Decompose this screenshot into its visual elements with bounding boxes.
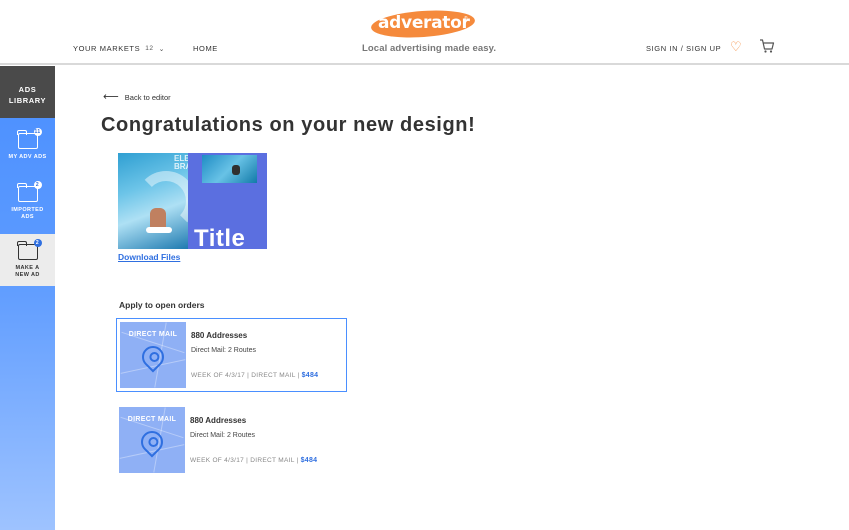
your-markets-menu[interactable]: YOUR MARKETS 12 ⌄ — [73, 44, 165, 53]
sign-in-link[interactable]: SIGN IN / SIGN UP — [646, 44, 721, 53]
surf-photo: ELE BRAD — [118, 153, 198, 249]
order-card[interactable]: DIRECT MAIL 880 Addresses Direct Mail: 2… — [116, 318, 347, 392]
surfer-graphic — [232, 165, 240, 175]
direct-mail-thumbnail: DIRECT MAIL — [119, 407, 185, 473]
sidebar-item-label: NEW AD — [15, 272, 40, 278]
your-markets-label: YOUR MARKETS — [73, 44, 141, 53]
tagline: Local advertising made easy. — [362, 43, 497, 54]
count-badge: 2 — [33, 181, 42, 189]
page-title: Congratulations on your new design! — [101, 114, 476, 136]
cart-icon[interactable] — [759, 38, 775, 54]
sidebar-item-label: MAKE A — [15, 265, 40, 271]
order-meta: WEEK OF 4/3/17 | DIRECT MAIL | $484 — [190, 457, 318, 464]
logo[interactable]: adverator — [378, 13, 470, 33]
order-subtitle: Direct Mail: 2 Routes — [190, 432, 255, 439]
home-link[interactable]: HOME — [193, 44, 218, 53]
chevron-down-icon: ⌄ — [158, 45, 166, 53]
surfboard-graphic — [146, 227, 172, 233]
top-header: YOUR MARKETS 12 ⌄ HOME adverator ® Local… — [0, 0, 849, 65]
sidebar-item-label: ADS — [21, 214, 34, 220]
order-title: 880 Addresses — [191, 331, 248, 340]
folder-icon: 11 — [17, 128, 42, 149]
sidebar-item-imported-ads[interactable]: 2 IMPORTED ADS — [0, 181, 55, 221]
count-badge: 11 — [33, 128, 42, 136]
order-price: $484 — [301, 372, 319, 379]
open-orders-heading: Apply to open orders — [119, 300, 205, 310]
back-to-editor-link[interactable]: ⟵ Back to editor — [103, 91, 171, 103]
order-title: 880 Addresses — [190, 416, 247, 425]
sidebar-item-my-adv-ads[interactable]: 11 MY ADV ADS — [0, 128, 55, 161]
sidebar-item-label: MY ADV ADS — [8, 154, 47, 160]
preview-tag: ELE BRAD — [174, 154, 198, 171]
folder-icon: 2 — [17, 181, 42, 202]
ads-library-title: ADS LIBRARY — [0, 66, 55, 118]
back-to-editor-label: Back to editor — [124, 93, 171, 102]
sidebar-item-make-new-ad[interactable]: 2 MAKE A NEW AD — [0, 234, 55, 286]
ads-library-sidebar: ADS LIBRARY 11 MY ADV ADS 2 IMPORTED ADS… — [0, 66, 55, 530]
order-price: $484 — [300, 457, 318, 464]
download-files-link[interactable]: Download Files — [118, 252, 180, 262]
sidebar-item-label: IMPORTED — [11, 207, 44, 213]
thumb-label: DIRECT MAIL — [127, 416, 177, 423]
arrow-left-icon: ⟵ — [103, 91, 119, 103]
markets-count: 12 — [145, 45, 154, 52]
surf-thumbnail — [202, 155, 257, 183]
logo-registered-mark: ® — [464, 16, 468, 22]
design-preview[interactable]: ELE BRAD Title — [118, 153, 267, 249]
order-subtitle: Direct Mail: 2 Routes — [191, 347, 256, 354]
direct-mail-thumbnail: DIRECT MAIL — [120, 322, 186, 388]
count-badge: 2 — [33, 239, 42, 247]
order-card[interactable]: DIRECT MAIL 880 Addresses Direct Mail: 2… — [116, 404, 347, 478]
order-meta: WEEK OF 4/3/17 | DIRECT MAIL | $484 — [191, 372, 319, 379]
thumb-label: DIRECT MAIL — [128, 331, 178, 338]
preview-title: Title — [194, 225, 246, 250]
folder-icon: 2 — [17, 239, 42, 260]
heart-icon[interactable]: ♡ — [730, 40, 742, 53]
wave-graphic — [136, 171, 196, 231]
